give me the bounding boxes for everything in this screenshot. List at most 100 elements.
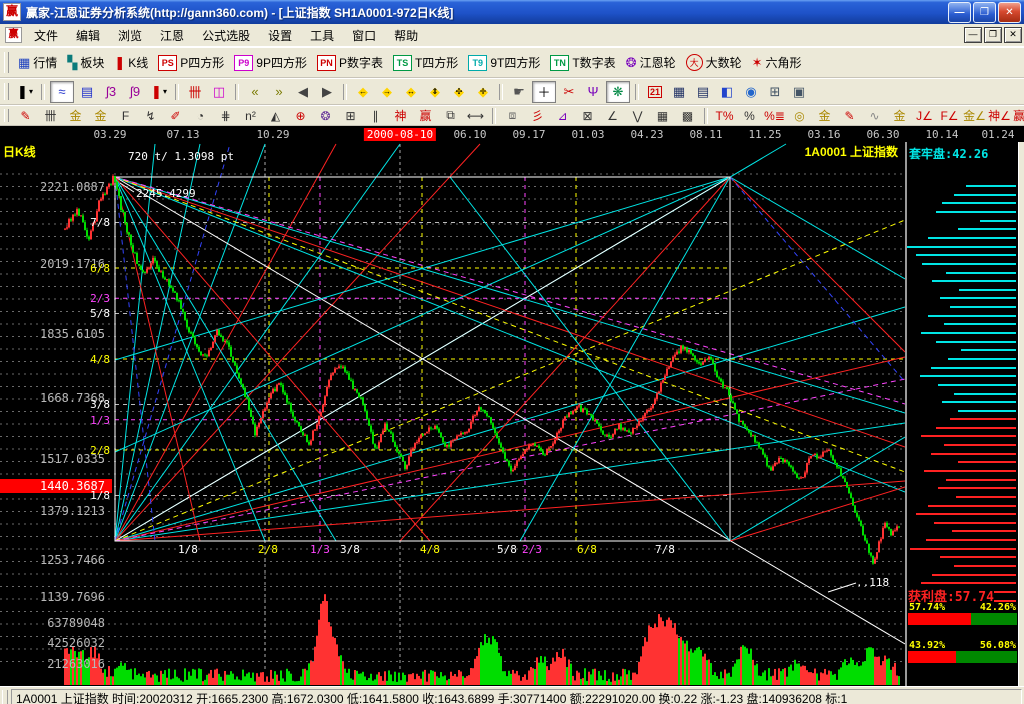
tool-big-number-wheel[interactable]: 大大数轮 <box>681 52 747 73</box>
tool-p-number-table[interactable]: PNP数字表 <box>312 52 388 73</box>
tool-shen-ruler[interactable]: 神 <box>389 107 412 124</box>
tool-drag-hand[interactable]: ☛ <box>508 82 530 102</box>
tool-spiral-tool[interactable]: ↯ <box>139 107 162 124</box>
tool-label: 9P四方形 <box>256 54 307 71</box>
tool-angle-gauge[interactable]: ◭ <box>264 107 287 124</box>
chart-canvas[interactable]: 2221.08872019.17161835.61051668.73681517… <box>0 142 905 686</box>
tool-zoom-h[interactable]: ◆↔ <box>400 82 422 102</box>
tool-zoom-all[interactable]: ◆✣ <box>448 82 470 102</box>
tool-gold-lines-2[interactable]: 金 <box>888 107 911 124</box>
tool-percent[interactable]: % <box>738 107 761 124</box>
menu-item-5[interactable]: 设置 <box>259 25 301 46</box>
tool-gold-lines[interactable]: 金 <box>813 107 836 124</box>
tool-9p-square[interactable]: P99P四方形 <box>229 52 312 73</box>
tool-gold-ruler-1[interactable]: 金 <box>64 107 87 124</box>
menu-item-0[interactable]: 文件 <box>25 25 67 46</box>
tool-wave-a[interactable]: ∿ <box>863 107 886 124</box>
tool-trend-curve[interactable]: ≈ <box>50 81 74 103</box>
tool-gold-angle[interactable]: 金∠ <box>963 107 986 124</box>
mdi-close-button[interactable]: ✕ <box>1004 27 1022 43</box>
tool-candle-small[interactable]: ❚▾ <box>148 82 170 102</box>
tool-minute-chart-3[interactable]: ʃ3 <box>100 82 122 102</box>
tool-zoom-right[interactable]: ◆→ <box>376 82 398 102</box>
menu-item-6[interactable]: 工具 <box>301 25 343 46</box>
tool-gann-tool-purple[interactable]: Ψ <box>582 82 604 102</box>
menu-item-3[interactable]: 江恩 <box>151 25 193 46</box>
tool-fine-ruler[interactable]: ⋕ <box>214 107 237 124</box>
tool-fan-box-dark[interactable]: ⊠ <box>576 107 599 124</box>
tool-f-ruler[interactable]: F <box>114 107 137 124</box>
tool-calculator[interactable]: ▦ <box>668 82 690 102</box>
tool-f-angle[interactable]: F∠ <box>938 107 961 124</box>
tool-ying-ruler[interactable]: 赢 <box>414 107 437 124</box>
mdi-restore-button[interactable]: ❐ <box>984 27 1002 43</box>
tool-p-square[interactable]: PSP四方形 <box>153 52 229 73</box>
tool-gold-circle[interactable]: ◎ <box>788 107 811 124</box>
tool-copy-add[interactable]: ⊞ <box>764 82 786 102</box>
tool-crosshair[interactable]: ＋ <box>532 81 556 103</box>
tool-percent-lines[interactable]: %≣ <box>763 107 786 124</box>
tool-fan-box-purple[interactable]: ⊿ <box>551 107 574 124</box>
tool-t-square[interactable]: TST四方形 <box>388 52 463 73</box>
tool-quote-sheet[interactable]: ▤ <box>76 82 98 102</box>
restore-button[interactable]: ❐ <box>973 2 996 23</box>
gold-ruler-1-icon: 金 <box>69 107 81 124</box>
menu-item-2[interactable]: 浏览 <box>109 25 151 46</box>
tool-calendar[interactable]: 21 <box>644 82 666 102</box>
tool-chart-style-selector[interactable]: ❚▾ <box>14 82 36 102</box>
tool-ying-angle[interactable]: 赢∠ <box>1013 107 1024 124</box>
tool-marker-pen[interactable]: ✐ <box>164 107 187 124</box>
tool-print[interactable]: ▣ <box>788 82 810 102</box>
tool-save[interactable]: ◧ <box>716 82 738 102</box>
tool-color-histogram[interactable]: ◫ <box>208 82 230 102</box>
menu-item-7[interactable]: 窗口 <box>343 25 385 46</box>
tool-sectors[interactable]: ▚板块 <box>62 52 109 73</box>
tool-measure-tool[interactable]: ✂ <box>558 82 580 102</box>
tool-first-page[interactable]: « <box>244 82 266 102</box>
tool-box-grid[interactable]: ⧈ <box>501 107 524 124</box>
tool-fan-red[interactable]: 彡 <box>526 107 549 124</box>
tool-shen-angle[interactable]: 神∠ <box>988 107 1011 124</box>
tool-t-number-table[interactable]: TNT数字表 <box>545 52 620 73</box>
tool-wheel-tool[interactable]: ❋ <box>606 81 630 103</box>
tool-k-quote[interactable]: ∥ <box>364 107 387 124</box>
tool-angle-lines[interactable]: ∠ <box>601 107 624 124</box>
tool-9t-square[interactable]: T99T四方形 <box>463 52 545 73</box>
tool-prev-bar[interactable]: ◀ <box>292 82 314 102</box>
tool-next-bar[interactable]: ▶ <box>316 82 338 102</box>
tool-grid-a[interactable]: ▦ <box>651 107 674 124</box>
tool-pattern-overlay[interactable]: 卌 <box>184 82 206 102</box>
tool-kline[interactable]: ❚K线 <box>109 52 153 73</box>
menu-item-4[interactable]: 公式选股 <box>193 25 259 46</box>
tool-n-square[interactable]: n² <box>239 107 262 124</box>
tool-j-angle[interactable]: J∠ <box>913 107 936 124</box>
tool-star-wheel[interactable]: ❂ <box>314 107 337 124</box>
tool-grid-b[interactable]: ▩ <box>676 107 699 124</box>
minimize-button[interactable]: — <box>948 2 971 23</box>
tool-hexagon[interactable]: ✶六角形 <box>747 52 807 73</box>
tool-web-export[interactable]: ◉ <box>740 82 762 102</box>
tool-gold-ruler-2[interactable]: 金 <box>89 107 112 124</box>
tool-brush[interactable]: ✎ <box>14 107 37 124</box>
tool-grid-123[interactable]: ⧉ <box>439 107 462 124</box>
tool-gann-wheel[interactable]: ❂江恩轮 <box>621 52 681 73</box>
tool-zoom-reset[interactable]: ◆✛ <box>472 82 494 102</box>
tool-minute-chart-9[interactable]: ʃ9 <box>124 82 146 102</box>
tool-time-clock[interactable]: ◔ <box>189 107 212 124</box>
menu-item-1[interactable]: 编辑 <box>67 25 109 46</box>
tool-span-arrow[interactable]: ⟷ <box>464 107 487 124</box>
tool-quotes[interactable]: ▦行情 <box>13 52 62 73</box>
tool-notes[interactable]: ▤ <box>692 82 714 102</box>
menu-item-8[interactable]: 帮助 <box>385 25 427 46</box>
tool-zoom-v[interactable]: ◆⇕ <box>424 82 446 102</box>
tool-zoom-left[interactable]: ◆← <box>352 82 374 102</box>
tool-time-ruler[interactable]: 卌 <box>39 107 62 124</box>
close-button[interactable]: ✕ <box>998 2 1021 23</box>
tool-v-lines[interactable]: ⋁ <box>626 107 649 124</box>
tool-candle-pen[interactable]: ✎ <box>838 107 861 124</box>
tool-grid-target[interactable]: ⊞ <box>339 107 362 124</box>
tool-target-cross[interactable]: ⊕ <box>289 107 312 124</box>
mdi-minimize-button[interactable]: — <box>964 27 982 43</box>
tool-last-page[interactable]: » <box>268 82 290 102</box>
tool-percent-t[interactable]: T% <box>713 107 736 124</box>
